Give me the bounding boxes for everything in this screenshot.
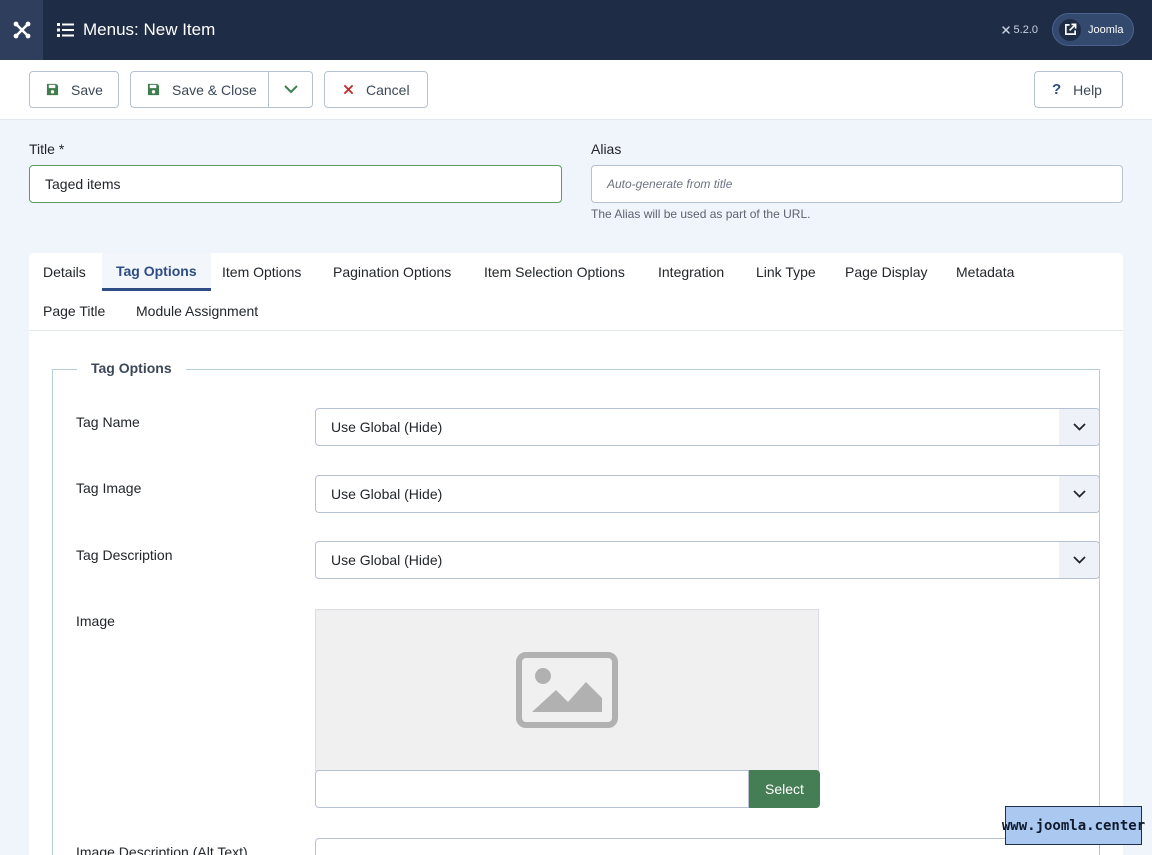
save-close-label: Save & Close bbox=[172, 81, 257, 98]
save-dropdown-toggle[interactable] bbox=[268, 72, 313, 107]
chevron-down-icon bbox=[1059, 409, 1099, 445]
view-site-label: Joomla bbox=[1088, 23, 1124, 36]
tab-item-selection-options[interactable]: Item Selection Options bbox=[470, 253, 639, 291]
tab-module-assignment[interactable]: Module Assignment bbox=[122, 292, 272, 330]
view-site-button[interactable]: Joomla bbox=[1052, 13, 1134, 46]
question-icon: ? bbox=[1052, 81, 1062, 98]
alt-text-input[interactable] bbox=[315, 838, 1100, 855]
chevron-down-icon bbox=[1059, 542, 1099, 578]
list-icon bbox=[57, 23, 74, 37]
app-header: Menus: New Item 5.2.0 Joomla bbox=[0, 0, 1152, 60]
cancel-button[interactable]: Cancel bbox=[324, 71, 428, 108]
tag-description-value: Use Global (Hide) bbox=[331, 552, 443, 568]
image-path-input[interactable] bbox=[315, 770, 749, 808]
tab-tag-options[interactable]: Tag Options bbox=[102, 253, 211, 291]
save-label: Save bbox=[71, 81, 103, 98]
tab-page-display[interactable]: Page Display bbox=[831, 253, 942, 291]
tab-link-type[interactable]: Link Type bbox=[742, 253, 830, 291]
cancel-label: Cancel bbox=[366, 81, 410, 98]
tag-image-select[interactable]: Use Global (Hide) bbox=[315, 475, 1100, 513]
save-close-button[interactable]: Save & Close bbox=[130, 71, 313, 108]
save-icon bbox=[147, 83, 160, 96]
chevron-down-icon bbox=[1059, 476, 1099, 512]
help-button[interactable]: ? Help bbox=[1034, 71, 1123, 108]
version-info: 5.2.0 bbox=[1001, 24, 1038, 36]
image-placeholder-icon bbox=[516, 652, 618, 728]
tab-item-options[interactable]: Item Options bbox=[208, 253, 315, 291]
select-image-button[interactable]: Select bbox=[749, 770, 820, 808]
tabs-panel: Details Tag Options Item Options Paginat… bbox=[29, 253, 1123, 855]
page-title: Menus: New Item bbox=[57, 20, 215, 40]
close-icon bbox=[343, 84, 354, 95]
chevron-down-icon bbox=[284, 85, 298, 94]
alias-input[interactable]: Auto-generate from title bbox=[591, 165, 1123, 203]
tab-integration[interactable]: Integration bbox=[644, 253, 738, 291]
external-link-icon bbox=[1059, 18, 1081, 41]
image-preview bbox=[315, 609, 819, 771]
tab-page-title[interactable]: Page Title bbox=[29, 292, 119, 330]
tab-pagination-options[interactable]: Pagination Options bbox=[319, 253, 465, 291]
page-title-text: Menus: New Item bbox=[83, 20, 216, 39]
tag-options-fieldset: Tag Options Tag Name Use Global (Hide) T… bbox=[52, 360, 1100, 855]
watermark-logo: www.joomla.center bbox=[1002, 806, 1145, 845]
tag-name-select[interactable]: Use Global (Hide) bbox=[315, 408, 1100, 446]
tab-metadata[interactable]: Metadata bbox=[942, 253, 1028, 291]
joomla-logo[interactable] bbox=[0, 0, 43, 60]
fieldset-legend: Tag Options bbox=[77, 360, 186, 376]
alias-label: Alias bbox=[591, 141, 622, 157]
tag-image-label: Tag Image bbox=[76, 480, 142, 496]
version-text: 5.2.0 bbox=[1013, 23, 1038, 36]
tag-name-value: Use Global (Hide) bbox=[331, 419, 443, 435]
save-button[interactable]: Save bbox=[29, 71, 119, 108]
title-label: Title * bbox=[29, 141, 65, 157]
save-icon bbox=[46, 83, 59, 96]
alt-text-label: Image Description (Alt Text) bbox=[76, 844, 248, 855]
joomla-small-icon bbox=[1001, 25, 1010, 34]
title-input[interactable]: Taged items bbox=[29, 165, 562, 203]
tag-image-value: Use Global (Hide) bbox=[331, 486, 443, 502]
toolbar: Save Save & Close Cancel ? Help bbox=[0, 60, 1152, 120]
tag-name-label: Tag Name bbox=[76, 414, 140, 430]
image-label: Image bbox=[76, 613, 115, 629]
tag-description-label: Tag Description bbox=[76, 547, 173, 563]
tag-description-select[interactable]: Use Global (Hide) bbox=[315, 541, 1100, 579]
tab-details[interactable]: Details bbox=[29, 253, 100, 291]
help-label: Help bbox=[1073, 81, 1102, 98]
joomla-logo-icon bbox=[13, 21, 30, 39]
tab-bar: Details Tag Options Item Options Paginat… bbox=[29, 253, 1123, 331]
alias-hint: The Alias will be used as part of the UR… bbox=[591, 207, 811, 221]
